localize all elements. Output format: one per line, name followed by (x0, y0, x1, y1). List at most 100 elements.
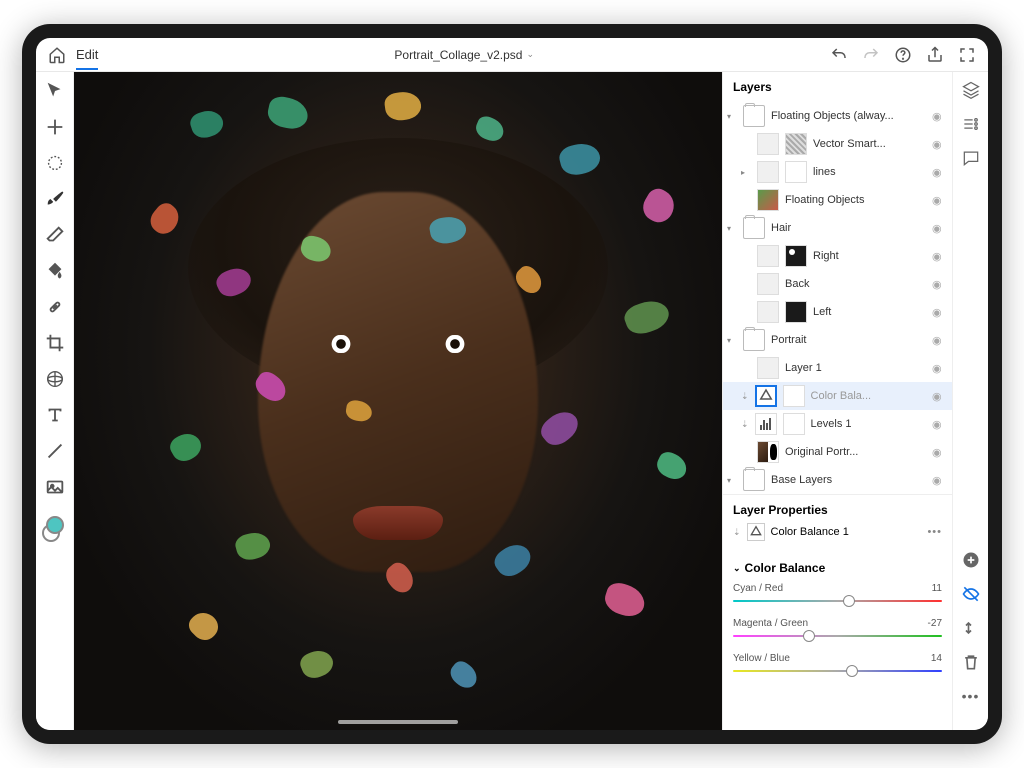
brush-tool[interactable] (44, 188, 66, 210)
layer-group-base[interactable]: ▾ Base Layers ◉ (723, 466, 952, 494)
more-button[interactable]: ••• (927, 526, 942, 538)
visibility-icon[interactable]: ◉ (932, 390, 946, 403)
visibility-icon[interactable]: ◉ (932, 362, 946, 375)
healing-tool[interactable] (44, 296, 66, 318)
fill-tool[interactable] (44, 260, 66, 282)
color-balance-section[interactable]: ⌄ Color Balance (723, 553, 952, 579)
layer-thumb (757, 189, 779, 211)
link-icon: ⇣ (741, 419, 749, 430)
visibility-icon[interactable]: ◉ (932, 474, 946, 487)
layer-label: Portrait (771, 334, 926, 346)
layer-original-portrait[interactable]: Original Portr... ◉ (723, 438, 952, 466)
home-indicator[interactable] (338, 720, 458, 724)
transform-tool[interactable] (44, 116, 66, 138)
document-title-text: Portrait_Collage_v2.psd (394, 48, 522, 62)
visibility-icon[interactable]: ◉ (932, 446, 946, 459)
crop-tool[interactable] (44, 332, 66, 354)
place-image-tool[interactable] (44, 476, 66, 498)
chevron-down-icon: ▾ (727, 336, 737, 345)
layer-thumb-content (785, 301, 807, 323)
layer-label: lines (813, 166, 926, 178)
share-button[interactable] (926, 46, 944, 64)
home-button[interactable] (48, 46, 66, 64)
canvas-artwork (74, 72, 722, 730)
redo-button[interactable] (862, 46, 880, 64)
layer-label: Base Layers (771, 474, 926, 486)
visibility-icon[interactable]: ◉ (932, 138, 946, 151)
adjustment-thumb (755, 385, 777, 407)
slider-cyan-red[interactable]: Cyan / Red11 (723, 579, 952, 614)
layer-label: Back (785, 278, 926, 290)
visibility-icon[interactable]: ◉ (932, 278, 946, 291)
layer-hair-back[interactable]: Back ◉ (723, 270, 952, 298)
slider-yellow-blue[interactable]: Yellow / Blue14 (723, 649, 952, 684)
visibility-icon[interactable]: ◉ (932, 418, 946, 431)
foreground-color[interactable] (46, 516, 64, 534)
visibility-icon[interactable]: ◉ (932, 110, 946, 123)
type-tool[interactable] (44, 404, 66, 426)
folder-icon (743, 469, 765, 491)
slider-label: Yellow / Blue (733, 653, 790, 664)
more-actions-button[interactable]: ••• (961, 686, 981, 706)
layer-vector-smart[interactable]: Vector Smart... ◉ (723, 130, 952, 158)
layer-thumb-content (785, 161, 807, 183)
delete-layer-button[interactable] (961, 652, 981, 672)
layer-hair-right[interactable]: Right ◉ (723, 242, 952, 270)
adjustment-icon (747, 523, 765, 541)
undo-button[interactable] (830, 46, 848, 64)
visibility-icon[interactable]: ◉ (932, 250, 946, 263)
chevron-down-icon: ▾ (727, 224, 737, 233)
edit-menu[interactable]: Edit (76, 47, 98, 70)
layer-label: Levels 1 (811, 418, 926, 430)
layer-label: Layer 1 (785, 362, 926, 374)
layer-thumb (757, 357, 779, 379)
layer-floating-objects[interactable]: Floating Objects ◉ (723, 186, 952, 214)
layer-group-hair[interactable]: ▾ Hair ◉ (723, 214, 952, 242)
visibility-icon[interactable]: ◉ (932, 166, 946, 179)
comments-button[interactable] (961, 148, 981, 168)
layers-toggle-button[interactable] (961, 80, 981, 100)
move-tool[interactable] (44, 80, 66, 102)
layer-label: Color Bala... (811, 390, 926, 402)
layer-lines[interactable]: ▸ lines ◉ (723, 158, 952, 186)
clip-layer-button[interactable] (961, 618, 981, 638)
chevron-down-icon: ▾ (727, 112, 737, 121)
app-screen: Edit Portrait_Collage_v2.psd ⌄ (36, 38, 988, 730)
visibility-icon[interactable]: ◉ (932, 306, 946, 319)
layer-color-balance[interactable]: ⇣ Color Bala... ◉ (723, 382, 952, 410)
document-title[interactable]: Portrait_Collage_v2.psd ⌄ (108, 48, 820, 62)
layer-properties: Layer Properties ⇣ Color Balance 1 ••• (723, 494, 952, 553)
layer-label: Original Portr... (785, 446, 926, 458)
slider-label: Magenta / Green (733, 618, 808, 629)
layer-label: Left (813, 306, 926, 318)
help-button[interactable] (894, 46, 912, 64)
perspective-tool[interactable] (44, 368, 66, 390)
layer-mask-thumb (783, 385, 805, 407)
layer-hair-left[interactable]: Left ◉ (723, 298, 952, 326)
eraser-tool[interactable] (44, 224, 66, 246)
link-icon: ⇣ (733, 527, 741, 538)
visibility-icon[interactable]: ◉ (932, 194, 946, 207)
layer-thumb-content (785, 133, 807, 155)
slider-magenta-green[interactable]: Magenta / Green-27 (723, 614, 952, 649)
color-swatches[interactable] (42, 516, 68, 542)
layer-label: Floating Objects (alway... (771, 110, 926, 122)
fullscreen-button[interactable] (958, 46, 976, 64)
visibility-toggle-button[interactable] (961, 584, 981, 604)
layer-group-portrait[interactable]: ▾ Portrait ◉ (723, 326, 952, 354)
folder-icon (743, 105, 765, 127)
lasso-tool[interactable] (44, 152, 66, 174)
add-layer-button[interactable] (961, 550, 981, 570)
chevron-down-icon: ⌄ (526, 49, 534, 60)
visibility-icon[interactable]: ◉ (932, 334, 946, 347)
layer-thumb (757, 161, 779, 183)
section-title: Color Balance (745, 561, 826, 575)
line-tool[interactable] (44, 440, 66, 462)
layer-group-floating[interactable]: ▾ Floating Objects (alway... ◉ (723, 102, 952, 130)
properties-toggle-button[interactable] (961, 114, 981, 134)
canvas[interactable] (74, 72, 722, 730)
visibility-icon[interactable]: ◉ (932, 222, 946, 235)
layer-levels[interactable]: ⇣ Levels 1 ◉ (723, 410, 952, 438)
layer-layer1[interactable]: Layer 1 ◉ (723, 354, 952, 382)
chevron-right-icon: ▸ (741, 168, 751, 177)
